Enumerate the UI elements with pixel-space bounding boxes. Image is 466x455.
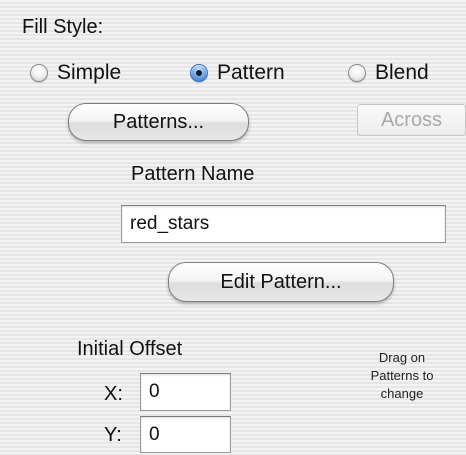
edit-pattern-button[interactable]: Edit Pattern... [168, 262, 394, 302]
across-button[interactable]: Across [357, 104, 466, 136]
drag-hint-line-1: Drag on [378, 350, 426, 365]
radio-pattern[interactable]: Pattern [190, 58, 285, 88]
radio-simple-label: Simple [57, 61, 122, 84]
radio-blend[interactable]: Blend [348, 58, 429, 88]
radio-simple[interactable]: Simple [30, 58, 121, 88]
fill-style-radio-group: Simple Pattern Blend [30, 58, 466, 88]
offset-x-label: X: [104, 383, 123, 405]
offset-x-field[interactable]: 0 [140, 373, 231, 411]
drag-hint-line-3: change [380, 386, 424, 401]
offset-y-label: Y: [104, 424, 122, 446]
drag-hint-line-2: Patterns to [370, 368, 434, 383]
offset-y-field[interactable]: 0 [140, 416, 231, 453]
patterns-button[interactable]: Patterns... [68, 103, 249, 141]
radio-simple-indicator[interactable] [30, 64, 48, 82]
radio-blend-indicator[interactable] [348, 64, 366, 82]
radio-pattern-label: Pattern [217, 61, 285, 84]
radio-blend-label: Blend [375, 61, 429, 84]
initial-offset-label: Initial Offset [77, 338, 183, 360]
fill-style-label: Fill Style: [22, 16, 104, 38]
pattern-name-field[interactable]: red_stars [121, 205, 446, 243]
pattern-name-label: Pattern Name [131, 163, 255, 185]
drag-hint: Drag on Patterns to change [352, 349, 452, 403]
radio-pattern-indicator[interactable] [190, 64, 208, 82]
